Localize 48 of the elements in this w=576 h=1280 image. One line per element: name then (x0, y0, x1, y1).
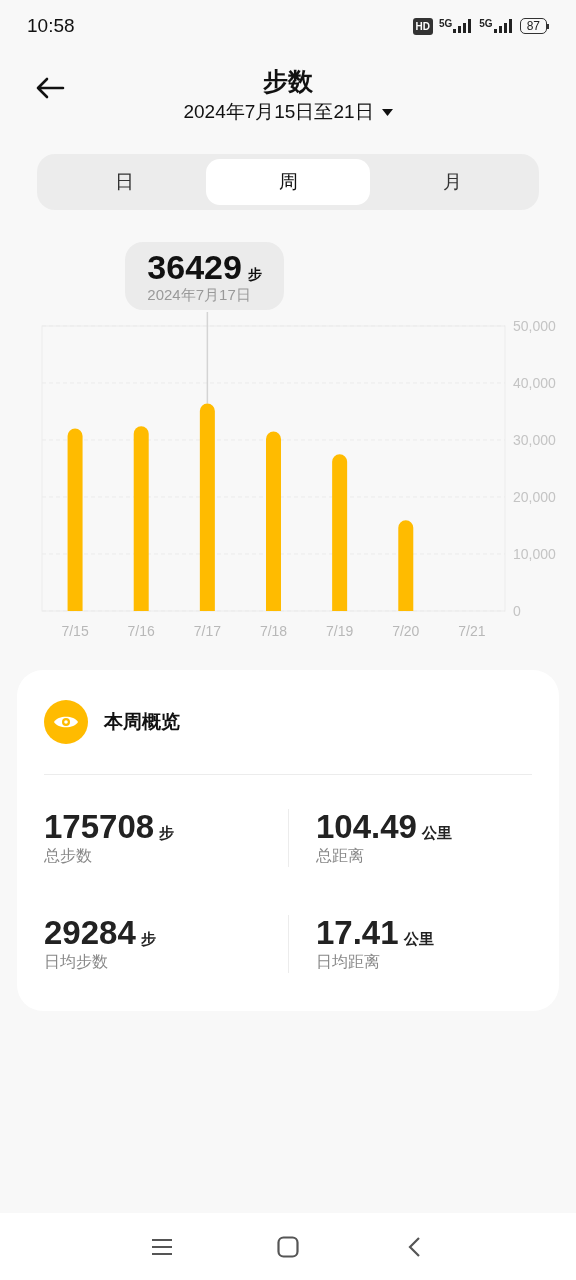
period-tab[interactable]: 月 (370, 159, 534, 205)
bar[interactable] (332, 454, 348, 611)
tooltip-unit: 步 (247, 265, 262, 284)
period-tab[interactable]: 周 (206, 159, 370, 205)
stat-value: 175708 (44, 809, 155, 845)
x-axis-label: 7/18 (259, 623, 288, 639)
eye-icon (44, 700, 88, 744)
network-type: 5G (479, 19, 493, 29)
x-axis-label: 7/19 (326, 623, 354, 639)
stat-label: 日均距离 (316, 952, 381, 972)
tooltip-value: 36429 (147, 248, 242, 286)
stat-label: 总步数 (44, 846, 93, 866)
tooltip-date: 2024年7月17日 (147, 286, 252, 304)
x-axis-label: 7/21 (458, 623, 486, 639)
hd-badge: HD (412, 17, 433, 35)
stat-unit: 公里 (403, 929, 434, 949)
stat-unit: 步 (140, 929, 156, 949)
square-icon (277, 1235, 299, 1258)
page-title: 步数 (263, 66, 313, 97)
bar[interactable] (266, 431, 281, 611)
signal-icon (453, 19, 474, 33)
bar[interactable] (199, 403, 215, 611)
date-range-dropdown[interactable]: 2024年7月15日至21日 (183, 98, 393, 126)
battery-level: 87 (519, 18, 547, 34)
stat-value: 17.41 (316, 915, 399, 951)
back-arrow-icon (35, 77, 65, 99)
bar[interactable] (67, 428, 83, 611)
menu-icon (151, 1237, 173, 1256)
home-button[interactable] (275, 1233, 301, 1260)
stat-label: 总距离 (316, 846, 365, 866)
stat-value: 104.49 (316, 809, 417, 845)
bar[interactable] (133, 426, 149, 611)
x-axis-label: 7/16 (127, 623, 155, 639)
x-axis-label: 7/15 (61, 623, 89, 639)
stat-unit: 步 (159, 823, 175, 843)
x-axis-label: 7/17 (193, 623, 221, 639)
caret-icon (381, 108, 393, 116)
x-axis-label: 7/20 (392, 623, 420, 639)
network-type: 5G (438, 19, 453, 29)
chevron-left-icon (407, 1235, 421, 1258)
stat-unit: 公里 (421, 823, 452, 843)
stat-value: 29284 (44, 915, 136, 951)
signal-icon (493, 19, 514, 33)
overview-title: 本周概览 (104, 709, 180, 734)
period-tab[interactable]: 日 (42, 159, 206, 205)
stat-label: 日均步数 (44, 952, 109, 972)
status-time: 10:58 (27, 13, 75, 38)
bar[interactable] (398, 520, 414, 611)
